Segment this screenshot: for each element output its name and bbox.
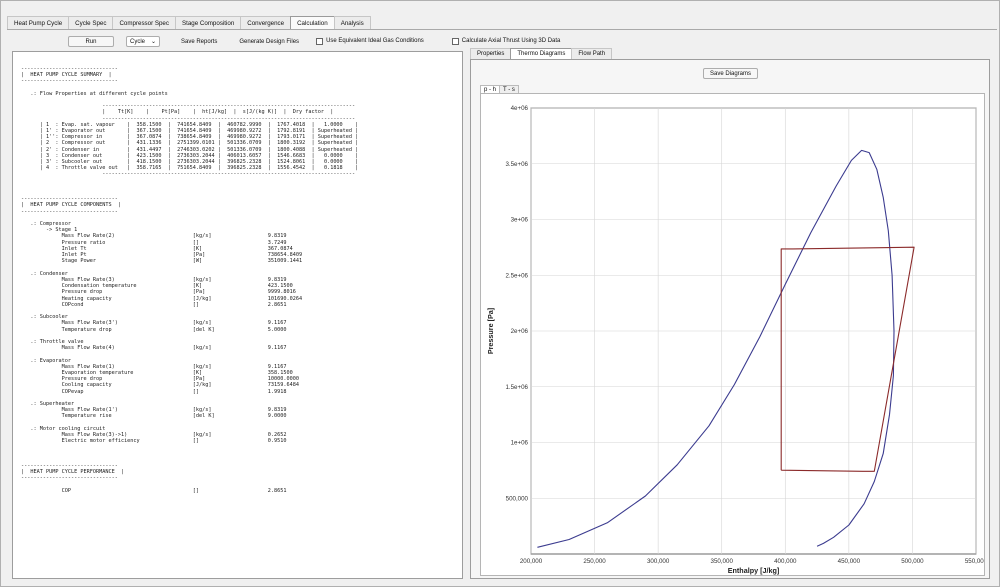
y-tick-label: 3.5e+06 [505, 161, 528, 168]
generate-design-files-button[interactable]: Generate Design Files [232, 36, 306, 47]
checkbox-icon [316, 37, 324, 45]
axial-thrust-label: Calculate Axial Thrust Using 3D Data [461, 38, 561, 44]
y-tick-label: 3e+06 [511, 217, 529, 224]
axial-thrust-checkbox[interactable]: Calculate Axial Thrust Using 3D Data [451, 37, 561, 45]
ideal-gas-label: Use Equivalent Ideal Gas Conditions [326, 38, 424, 44]
checkbox-icon [451, 37, 459, 45]
main-tab-bar: Heat Pump Cycle Cycle Spec Compressor Sp… [7, 16, 371, 30]
tab-stage-composition[interactable]: Stage Composition [174, 16, 242, 30]
diagram-panel: Properties Thermo Diagrams Flow Path Sav… [470, 48, 990, 579]
chevron-down-icon: ⌄ [150, 38, 156, 45]
report-text-area[interactable]: ------------------------------- | HEAT P… [12, 51, 463, 579]
x-axis-label: Enthalpy [J/kg] [728, 566, 780, 575]
y-tick-label: 2.5e+06 [505, 272, 528, 279]
run-button[interactable]: Run [68, 35, 114, 47]
y-tick-label: 2e+06 [511, 328, 529, 335]
chart-area: 200,000 250,000 300,000 350,000 400,000 450,0… [480, 93, 988, 576]
y-tick-label: 500,000 [506, 495, 529, 502]
tab-convergence[interactable]: Convergence [240, 16, 292, 30]
x-tick-label: 250,000 [583, 558, 606, 565]
y-tick-label: 4e+06 [511, 105, 529, 112]
p-h-chart: 200,000 250,000 300,000 350,000 400,000 450,0… [486, 105, 988, 575]
x-tick-label: 400,000 [774, 558, 797, 565]
mode-select[interactable]: Cycle ⌄ [126, 35, 160, 47]
application-window: Heat Pump Cycle Cycle Spec Compressor Sp… [0, 0, 1000, 587]
tab-calculation[interactable]: Calculation [290, 16, 335, 30]
tab-compressor-spec[interactable]: Compressor Spec [112, 16, 176, 30]
x-tick-label: 450,000 [838, 558, 861, 565]
report-content: ------------------------------- | HEAT P… [21, 66, 359, 494]
tab-heat-pump-cycle[interactable]: Heat Pump Cycle [7, 16, 70, 30]
toolbar: Run Cycle ⌄ Save Reports Generate Design… [15, 34, 560, 48]
save-diagrams-button[interactable]: Save Diagrams [703, 68, 759, 79]
x-tick-label: 300,000 [647, 558, 670, 565]
ideal-gas-checkbox[interactable]: Use Equivalent Ideal Gas Conditions [316, 37, 424, 45]
save-reports-button[interactable]: Save Reports [174, 36, 224, 47]
x-tick-label: 200,000 [520, 558, 543, 565]
mode-select-value: Cycle [130, 38, 146, 45]
x-tick-label: 350,000 [711, 558, 734, 565]
x-tick-label: 500,000 [901, 558, 924, 565]
tab-analysis[interactable]: Analysis [333, 16, 371, 30]
y-tick-label: 1e+06 [511, 440, 529, 447]
tab-cycle-spec[interactable]: Cycle Spec [68, 16, 114, 30]
y-tick-label: 1.5e+06 [505, 384, 528, 391]
x-tick-label: 550,000 [965, 558, 984, 565]
tab-divider [7, 29, 997, 30]
thermo-diagrams-panel: Save Diagrams p - h T - s 200,000 250,000… [470, 59, 990, 579]
y-axis-label: Pressure [Pa] [486, 308, 495, 354]
